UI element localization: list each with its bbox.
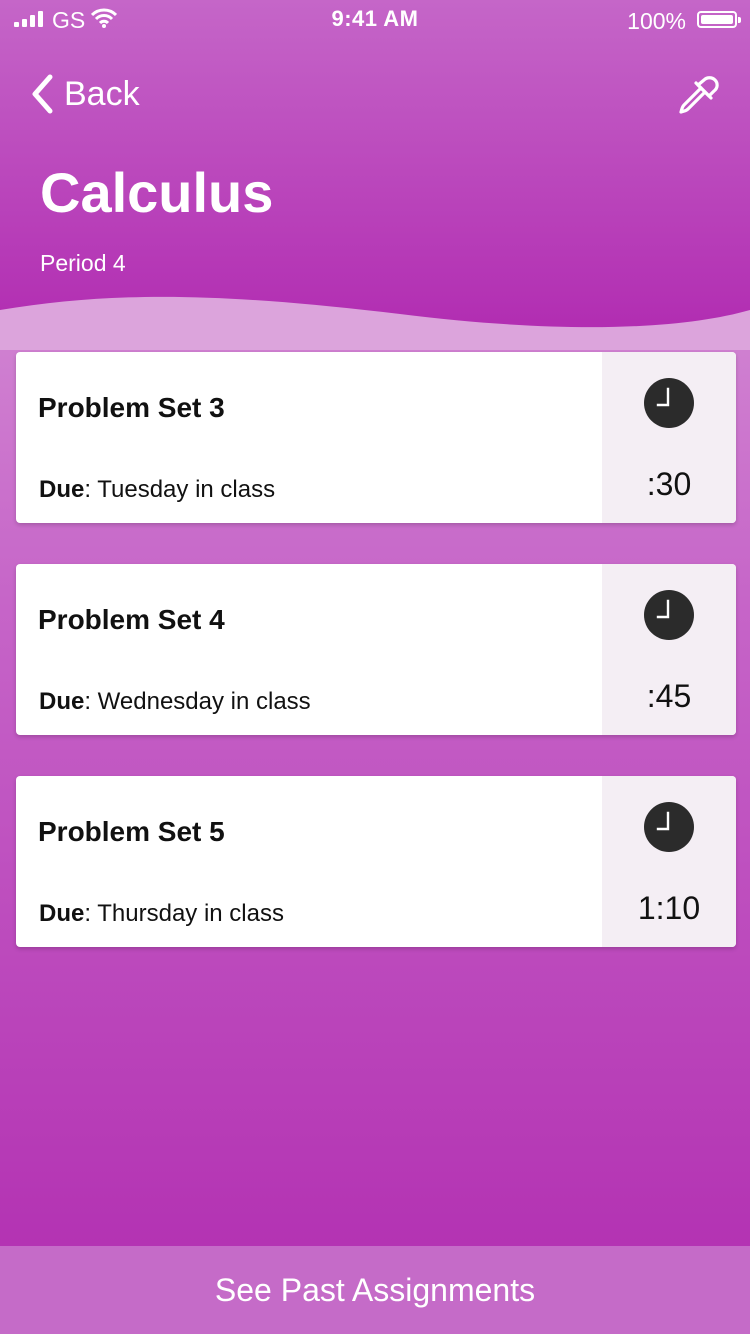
back-button[interactable]: Back [30,74,140,114]
eyedropper-icon [679,76,719,114]
see-past-assignments-label: See Past Assignments [214,1271,536,1308]
clock-icon [644,590,694,640]
eyedropper-button[interactable] [676,72,722,123]
assignment-duration: :45 [646,678,692,714]
header-wave [0,296,750,350]
assignment-card[interactable]: Problem Set 5 Due: Thursday in class 1:1… [16,776,736,947]
chevron-left-icon [32,74,53,114]
due-value: : Thursday in class [84,900,284,927]
due-label: Due [39,688,85,715]
assignment-card[interactable]: Problem Set 3 Due: Tuesday in class :30 [16,352,736,523]
clock-icon [644,378,694,428]
due-label: Due [39,476,85,503]
due-label: Due [39,900,85,927]
duration-panel: 1:10 [602,776,736,947]
assignment-title: Problem Set 4 [38,604,225,635]
battery-percentage: 100% [627,8,686,34]
assignment-due: Due: Thursday in class [39,900,284,928]
assignment-duration: 1:10 [637,890,701,926]
assignment-card[interactable]: Problem Set 4 Due: Wednesday in class :4… [16,564,736,735]
due-value: : Wednesday in class [84,688,311,715]
assignment-title: Problem Set 5 [38,816,225,847]
back-label: Back [64,74,140,113]
assignment-duration: :30 [646,466,692,502]
assignment-due: Due: Wednesday in class [39,688,311,716]
page-subtitle: Period 4 [40,250,126,276]
duration-panel: :45 [602,564,736,735]
status-bar: GS 9:41 AM 100% [0,0,750,40]
assignment-due: Due: Tuesday in class [39,476,275,504]
page-title: Calculus [40,161,274,224]
battery-icon [697,11,741,28]
due-value: : Tuesday in class [84,476,276,503]
assignment-title: Problem Set 3 [38,392,225,423]
see-past-assignments-button[interactable]: See Past Assignments [0,1246,750,1334]
duration-panel: :30 [602,352,736,523]
clock-icon [644,802,694,852]
